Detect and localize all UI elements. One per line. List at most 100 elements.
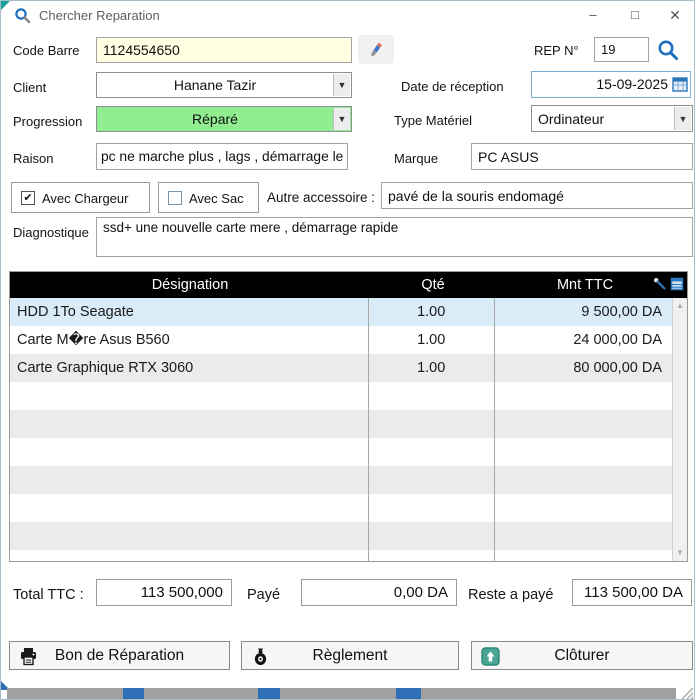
cell-mnt: [495, 410, 672, 438]
cell-designation: [10, 522, 369, 550]
col-mnt-ttc-header[interactable]: Mnt TTC: [496, 272, 674, 298]
paye-label: Payé: [247, 587, 280, 603]
cell-designation: [10, 494, 369, 522]
maximize-button[interactable]: □: [620, 1, 650, 29]
cell-qte: [369, 438, 495, 466]
resize-grip-icon: [676, 682, 694, 700]
code-barre-label: Code Barre: [13, 43, 79, 58]
bon-de-reparation-button[interactable]: Bon de Réparation: [9, 641, 230, 670]
cell-mnt[interactable]: 9 500,00 DA: [495, 298, 672, 326]
taskbar-segment: [258, 688, 280, 700]
progression-select[interactable]: Réparé ▼: [96, 106, 352, 132]
chevron-down-icon[interactable]: ▼: [674, 107, 691, 130]
table-row[interactable]: HDD 1To Seagate1.009 500,00 DA: [10, 298, 672, 326]
cell-qte: [369, 522, 495, 550]
rep-number-label: REP N°: [534, 43, 579, 58]
cell-designation: [10, 438, 369, 466]
table-row-empty: [10, 438, 672, 466]
autre-accessoire-label: Autre accessoire :: [267, 190, 375, 205]
reste-a-paye-field: 113 500,00 DA: [572, 579, 692, 606]
autre-accessoire-input[interactable]: [381, 182, 693, 209]
cell-qte[interactable]: 1.00: [369, 326, 495, 354]
chevron-down-icon[interactable]: ▼: [333, 108, 350, 130]
cloturer-label: Clôturer: [472, 642, 692, 669]
taskbar-segment: [396, 688, 421, 700]
search-rep-button[interactable]: [656, 36, 686, 63]
raison-input[interactable]: [96, 143, 348, 170]
reglement-button[interactable]: Règlement: [241, 641, 459, 670]
table-row[interactable]: Carte M�re Asus B5601.0024 000,00 DA: [10, 326, 672, 354]
magnifier-icon: [656, 38, 680, 62]
cell-qte[interactable]: 1.00: [369, 298, 495, 326]
client-value: Hanane Tazir: [97, 73, 333, 97]
table-row-empty: [10, 522, 672, 550]
diagnostique-textarea[interactable]: ssd+ une nouvelle carte mere , démarrage…: [96, 217, 693, 257]
chevron-down-icon[interactable]: ▼: [333, 74, 350, 96]
cell-qte[interactable]: 1.00: [369, 354, 495, 382]
cell-designation[interactable]: HDD 1To Seagate: [10, 298, 369, 326]
diagnostique-label: Diagnostique: [13, 225, 89, 240]
cell-mnt: [495, 494, 672, 522]
col-designation-header[interactable]: Désignation: [10, 272, 370, 298]
reglement-label: Règlement: [242, 642, 458, 669]
scroll-up-icon[interactable]: ▲: [673, 299, 687, 313]
cell-designation[interactable]: Carte M�re Asus B560: [10, 326, 369, 354]
client-label: Client: [13, 80, 46, 95]
cell-mnt: [495, 522, 672, 550]
date-reception-label: Date de réception: [401, 79, 504, 94]
scroll-down-icon[interactable]: ▼: [673, 546, 687, 560]
table-body: HDD 1To Seagate1.009 500,00 DACarte M�re…: [10, 298, 672, 561]
cell-designation[interactable]: Carte Graphique RTX 3060: [10, 354, 369, 382]
cell-mnt[interactable]: 24 000,00 DA: [495, 326, 672, 354]
reste-a-paye-label: Reste a payé: [468, 587, 553, 603]
rep-number-input[interactable]: [594, 37, 649, 62]
cell-qte: [369, 382, 495, 410]
type-materiel-value: Ordinateur: [532, 106, 674, 131]
edit-barcode-button[interactable]: [358, 35, 394, 64]
avec-chargeur-checkbox[interactable]: ✔: [21, 191, 35, 205]
bon-de-reparation-label: Bon de Réparation: [10, 642, 229, 669]
search-icon: [14, 7, 31, 24]
cloturer-button[interactable]: Clôturer: [471, 641, 693, 670]
col-qte-header[interactable]: Qté: [370, 272, 496, 298]
marque-input[interactable]: [471, 143, 693, 170]
table-row[interactable]: Carte Graphique RTX 30601.0080 000,00 DA: [10, 354, 672, 382]
background-window-corner: [1, 1, 10, 10]
avec-sac-group[interactable]: Avec Sac: [158, 182, 259, 213]
avec-sac-checkbox[interactable]: [168, 191, 182, 205]
close-button[interactable]: ✕: [660, 1, 690, 29]
table-row-empty: [10, 494, 672, 522]
cell-mnt: [495, 438, 672, 466]
calendar-icon[interactable]: [672, 76, 688, 92]
progression-label: Progression: [13, 114, 82, 129]
raison-label: Raison: [13, 151, 53, 166]
cell-qte: [369, 410, 495, 438]
minimize-button[interactable]: –: [578, 1, 608, 29]
avec-sac-label: Avec Sac: [189, 191, 244, 206]
cell-qte: [369, 494, 495, 522]
pen-icon: [367, 41, 385, 59]
vertical-scrollbar[interactable]: ▲ ▼: [672, 298, 687, 561]
date-reception-field[interactable]: 15-09-2025: [531, 71, 691, 98]
marque-label: Marque: [394, 151, 438, 166]
table-row-empty: [10, 382, 672, 410]
cell-mnt: [495, 550, 672, 562]
table-settings-icon[interactable]: [670, 277, 684, 291]
taskbar-strip: [7, 688, 678, 700]
cell-designation: [10, 382, 369, 410]
avec-chargeur-group[interactable]: ✔ Avec Chargeur: [11, 182, 150, 213]
table-row-empty: [10, 466, 672, 494]
cell-qte: [369, 466, 495, 494]
total-ttc-label: Total TTC :: [13, 587, 84, 603]
items-table: Désignation Qté Mnt TTC HDD 1To Seagate1…: [9, 271, 688, 562]
code-barre-input[interactable]: [96, 37, 352, 63]
resize-grip[interactable]: [676, 682, 694, 700]
window-title: Chercher Reparation: [39, 8, 160, 23]
cell-mnt[interactable]: 80 000,00 DA: [495, 354, 672, 382]
table-row-empty: [10, 550, 672, 562]
client-select[interactable]: Hanane Tazir ▼: [96, 72, 352, 98]
edit-pen-icon[interactable]: [653, 277, 667, 291]
cell-mnt: [495, 466, 672, 494]
total-ttc-field: 113 500,000: [96, 579, 232, 606]
type-materiel-select[interactable]: Ordinateur ▼: [531, 105, 693, 132]
